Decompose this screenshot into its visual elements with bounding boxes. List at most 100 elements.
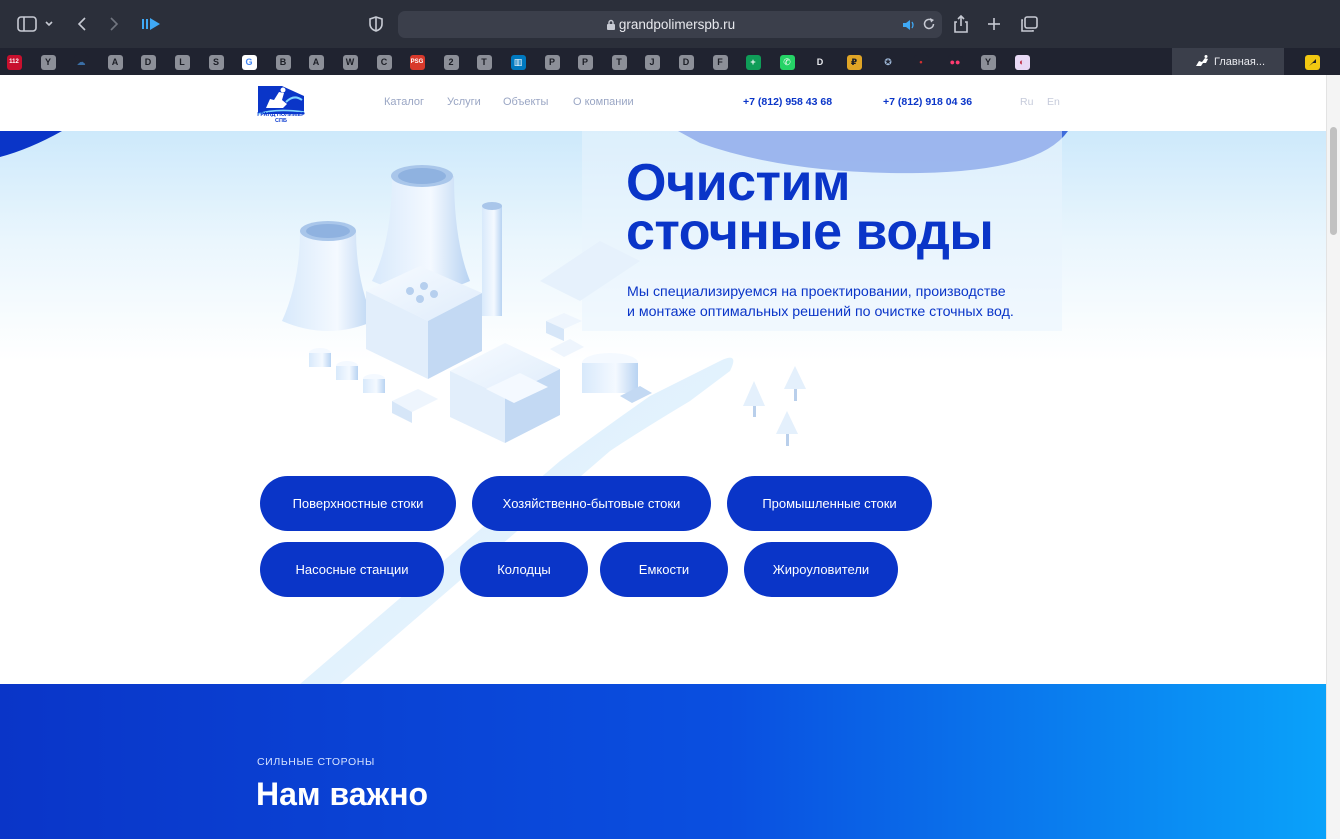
strengths-section: СИЛЬНЫЕ СТОРОНЫ Нам важно xyxy=(0,684,1326,839)
page-scrollbar[interactable] xyxy=(1326,75,1340,839)
tab-item[interactable]: ●● xyxy=(945,52,965,72)
tab-item[interactable]: G xyxy=(239,52,259,72)
tab-item[interactable]: L xyxy=(172,52,192,72)
nav-objects[interactable]: Объекты xyxy=(503,96,548,108)
company-logo[interactable]: ГРАНД ПОЛИМЕР СПБ xyxy=(256,82,306,124)
site-header: ГРАНД ПОЛИМЕР СПБ Каталог Услуги Объекты… xyxy=(0,75,1326,131)
tab-item[interactable]: ◐ xyxy=(1012,52,1032,72)
browser-toolbar: grandpolimerspb.ru xyxy=(0,0,1340,48)
tab-favicon-icon: • xyxy=(913,54,929,70)
tab-favicon-icon: P xyxy=(577,54,593,70)
tab-item[interactable]: ▥ xyxy=(508,52,528,72)
tab-favicon-icon: D xyxy=(140,54,156,70)
tab-item[interactable]: T xyxy=(609,52,629,72)
tab-item[interactable]: 2 xyxy=(441,52,461,72)
tab-item[interactable]: P xyxy=(542,52,562,72)
button-tanks[interactable]: Емкости xyxy=(600,542,728,597)
media-extension-icon[interactable] xyxy=(140,12,162,36)
tab-item[interactable]: ₽ xyxy=(844,52,864,72)
tab-item[interactable]: ✪ xyxy=(878,52,898,72)
tab-bar: Главная... 112 Y ☁ A D L S G B A W C PSG 2 T ▥ P P T J D F + ✆ D… xyxy=(0,48,1340,75)
address-bar[interactable]: grandpolimerspb.ru xyxy=(398,11,942,38)
back-arrow-icon[interactable] xyxy=(72,12,92,36)
tab-item[interactable]: T xyxy=(474,52,494,72)
nav-catalog[interactable]: Каталог xyxy=(384,96,424,108)
tab-item[interactable]: A xyxy=(105,52,125,72)
tab-item[interactable]: 112 xyxy=(4,52,24,72)
tab-last[interactable] xyxy=(1302,52,1322,72)
share-icon[interactable] xyxy=(950,12,972,36)
button-industrial-runoff[interactable]: Промышленные стоки xyxy=(727,476,932,531)
tab-item[interactable]: F xyxy=(710,52,730,72)
tab-favicon-icon: W xyxy=(342,54,358,70)
scrollbar-thumb[interactable] xyxy=(1330,127,1337,235)
phone-primary[interactable]: +7 (812) 958 43 68 xyxy=(743,96,832,108)
tab-favicon-icon: F xyxy=(712,54,728,70)
tab-item[interactable]: ✆ xyxy=(777,52,797,72)
hero-section: Очистим сточные воды Мы специализируемся… xyxy=(0,131,1326,684)
tab-item[interactable]: Y xyxy=(978,52,998,72)
tab-item[interactable]: D xyxy=(676,52,696,72)
tab-item[interactable]: J xyxy=(642,52,662,72)
button-wells[interactable]: Колодцы xyxy=(460,542,588,597)
lang-en[interactable]: En xyxy=(1047,96,1060,108)
hero-title: Очистим сточные воды xyxy=(626,154,1126,261)
tab-item[interactable]: D xyxy=(810,52,830,72)
tab-active[interactable]: Главная... xyxy=(1172,48,1284,75)
hero-subtitle-line-1: Мы специализируемся на проектировании, п… xyxy=(627,284,1006,300)
tab-favicon-icon: ▥ xyxy=(510,54,526,70)
tab-item[interactable]: ☁ xyxy=(71,52,91,72)
forward-arrow-icon[interactable] xyxy=(104,12,124,36)
privacy-shield-icon[interactable] xyxy=(366,12,386,36)
tab-item[interactable]: D xyxy=(138,52,158,72)
tab-favicon-icon: L xyxy=(174,54,190,70)
lang-ru[interactable]: Ru xyxy=(1020,96,1033,108)
tab-favicon-icon: A xyxy=(107,54,123,70)
tab-item[interactable]: C xyxy=(374,52,394,72)
hero-title-line-1: Очистим xyxy=(626,154,850,212)
button-grease-traps[interactable]: Жироуловители xyxy=(744,542,898,597)
tab-favicon-icon: 2 xyxy=(443,54,459,70)
tab-item[interactable]: PSG xyxy=(407,52,427,72)
tab-item[interactable]: B xyxy=(273,52,293,72)
chevron-down-icon[interactable] xyxy=(42,12,56,36)
sidebar-toggle-icon[interactable] xyxy=(16,12,38,36)
logo-caption: ГРАНД ПОЛИМЕР СПБ xyxy=(257,112,305,124)
tab-item[interactable]: W xyxy=(340,52,360,72)
button-pump-stations[interactable]: Насосные станции xyxy=(260,542,444,597)
speaker-icon[interactable] xyxy=(902,18,916,36)
tab-favicon-icon: J xyxy=(644,54,660,70)
nav-about[interactable]: О компании xyxy=(573,96,634,108)
tab-item[interactable]: P xyxy=(575,52,595,72)
tab-favicon-icon: T xyxy=(476,54,492,70)
tab-favicon-icon: G xyxy=(241,54,257,70)
tab-favicon-icon: A xyxy=(308,54,324,70)
hero-subtitle: Мы специализируемся на проектировании, п… xyxy=(627,283,1067,322)
reload-icon[interactable] xyxy=(922,17,936,36)
strengths-title: Нам важно xyxy=(256,776,429,812)
tab-favicon-icon: B xyxy=(275,54,291,70)
button-domestic-runoff[interactable]: Хозяйственно-бытовые стоки xyxy=(472,476,711,531)
tab-item[interactable]: Y xyxy=(38,52,58,72)
tab-favicon-icon: PSG xyxy=(409,54,425,70)
new-tab-plus-icon[interactable] xyxy=(984,12,1004,36)
hero-title-line-2: сточные воды xyxy=(626,203,994,261)
horse-rider-logo-icon xyxy=(1194,54,1210,71)
tab-favicon-icon: + xyxy=(745,54,761,70)
tab-item[interactable]: • xyxy=(911,52,931,72)
tab-favicon-icon: C xyxy=(376,54,392,70)
logo-emblem-icon xyxy=(257,86,305,115)
tab-item[interactable]: S xyxy=(206,52,226,72)
tab-favicon-icon: ☁ xyxy=(73,54,89,70)
phone-secondary[interactable]: +7 (812) 918 04 36 xyxy=(883,96,972,108)
tab-favicon-icon: T xyxy=(611,54,627,70)
tab-item[interactable]: + xyxy=(743,52,763,72)
strengths-label: СИЛЬНЫЕ СТОРОНЫ xyxy=(257,756,375,768)
arrow-icon xyxy=(1304,54,1320,70)
tab-favicon-icon: P xyxy=(544,54,560,70)
nav-services[interactable]: Услуги xyxy=(447,96,481,108)
tab-favicon-icon: ◐ xyxy=(1014,54,1030,70)
tab-item[interactable]: A xyxy=(306,52,326,72)
button-surface-runoff[interactable]: Поверхностные стоки xyxy=(260,476,456,531)
tab-overview-icon[interactable] xyxy=(1018,12,1040,36)
